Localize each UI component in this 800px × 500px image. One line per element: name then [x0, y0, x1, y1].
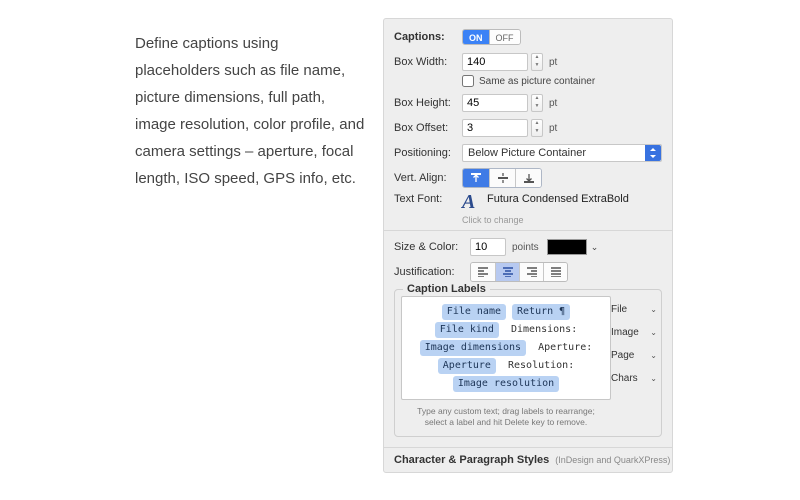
same-as-container-checkbox[interactable] [462, 75, 474, 87]
box-width-input[interactable] [462, 53, 528, 71]
positioning-value: Below Picture Container [468, 146, 586, 161]
justify-full-button[interactable] [543, 263, 567, 281]
font-size-unit: points [512, 242, 539, 253]
divider [384, 230, 672, 231]
justification-label: Justification: [394, 266, 470, 278]
chevron-down-icon: ⌄ [650, 374, 657, 383]
vert-align-label: Vert. Align: [394, 172, 462, 184]
valign-top-button[interactable] [463, 169, 489, 187]
box-width-label: Box Width: [394, 56, 462, 68]
same-as-container-label: Same as picture container [479, 76, 595, 87]
label-menu-image[interactable]: Image⌄ [611, 321, 657, 344]
caption-static-text: Dimensions: [511, 324, 577, 335]
size-color-label: Size & Color: [394, 241, 470, 253]
styles-section-note: (InDesign and QuarkXPress) [555, 455, 670, 465]
box-offset-label: Box Offset: [394, 122, 462, 134]
captions-panel: Captions: ON OFF Box Width: ▲▼ pt Same a… [383, 18, 673, 473]
valign-bottom-button[interactable] [515, 169, 541, 187]
caption-labels-title: Caption Labels [403, 283, 490, 295]
styles-section-title: Character & Paragraph Styles [394, 454, 549, 466]
placeholder-chip[interactable]: Aperture [438, 358, 496, 374]
caption-labels-editor[interactable]: File name Return ¶ File kind Dimensions:… [401, 296, 611, 400]
text-font-value[interactable]: Futura Condensed ExtraBold [487, 193, 629, 205]
justification-group [470, 262, 568, 282]
placeholder-chip[interactable]: File name [442, 304, 506, 320]
placeholder-chip[interactable]: Image dimensions [420, 340, 526, 356]
captions-toggle-on[interactable]: ON [463, 30, 489, 44]
caption-labels-hint: Type any custom text; drag labels to rea… [401, 406, 611, 428]
label-menu-page[interactable]: Page⌄ [611, 344, 657, 367]
captions-label: Captions: [394, 31, 462, 43]
font-icon[interactable]: A [462, 193, 482, 213]
chevron-down-icon[interactable]: ⌄ [591, 242, 599, 253]
captions-toggle-off[interactable]: OFF [489, 30, 520, 44]
chevron-down-icon: ⌄ [650, 328, 657, 337]
box-offset-unit: pt [549, 123, 557, 134]
box-height-stepper[interactable]: ▲▼ [531, 94, 543, 112]
placeholder-chip[interactable]: Return ¶ [512, 304, 570, 320]
text-font-hint: Click to change [462, 215, 662, 225]
marketing-description: Define captions using placeholders such … [135, 30, 365, 192]
box-height-unit: pt [549, 98, 557, 109]
chevron-down-icon: ⌄ [650, 305, 657, 314]
label-menu-file[interactable]: File⌄ [611, 298, 657, 321]
placeholder-chip[interactable]: File kind [435, 322, 499, 338]
box-height-input[interactable] [462, 94, 528, 112]
color-swatch[interactable] [547, 239, 587, 255]
box-height-label: Box Height: [394, 97, 462, 109]
justify-right-button[interactable] [519, 263, 543, 281]
box-width-stepper[interactable]: ▲▼ [531, 53, 543, 71]
chevron-down-icon: ⌄ [650, 351, 657, 360]
justify-left-button[interactable] [471, 263, 495, 281]
caption-static-text: Aperture: [538, 342, 592, 353]
captions-toggle[interactable]: ON OFF [462, 29, 521, 45]
box-width-unit: pt [549, 57, 557, 68]
styles-section-header[interactable]: Character & Paragraph Styles (InDesign a… [384, 447, 672, 466]
placeholder-chip[interactable]: Image resolution [453, 376, 559, 392]
justify-center-button[interactable] [495, 263, 519, 281]
caption-static-text: Resolution: [508, 360, 574, 371]
box-offset-stepper[interactable]: ▲▼ [531, 119, 543, 137]
font-size-input[interactable] [470, 238, 506, 256]
select-arrow-icon [645, 145, 661, 161]
text-font-label: Text Font: [394, 193, 462, 205]
box-offset-input[interactable] [462, 119, 528, 137]
label-menu-chars[interactable]: Chars⌄ [611, 367, 657, 390]
valign-middle-button[interactable] [489, 169, 515, 187]
positioning-label: Positioning: [394, 147, 462, 159]
vert-align-group [462, 168, 542, 188]
caption-labels-group: Caption Labels File name Return ¶ File k… [394, 289, 662, 437]
positioning-select[interactable]: Below Picture Container [462, 144, 662, 162]
